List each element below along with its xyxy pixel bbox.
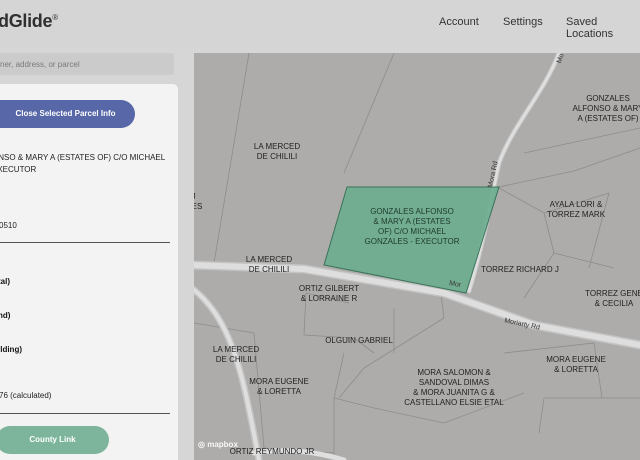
acreage-value: 76 (calculated) bbox=[0, 391, 52, 400]
map-label-torrez-richard: TORREZ RICHARD J bbox=[481, 265, 559, 274]
owner-line-1: ONSO & MARY A (ESTATES OF) C/O MICHAEL bbox=[0, 153, 166, 162]
owner-name: ONSO & MARY A (ESTATES OF) C/O MICHAEL E… bbox=[0, 152, 174, 176]
map-label-selected-parcel[interactable]: GONZALES ALFONSO & MARY A (ESTATES OF) C… bbox=[365, 207, 460, 247]
divider bbox=[0, 413, 170, 414]
county-link-button[interactable]: County Link bbox=[0, 426, 109, 454]
mapbox-attribution[interactable]: ◎ mapbox bbox=[198, 440, 238, 449]
map-label-mora-eugene-right: MORA EUGENE & LORETTA bbox=[546, 355, 606, 374]
logo-text: dGlide bbox=[0, 11, 53, 31]
nav-settings[interactable]: Settings bbox=[503, 16, 543, 28]
map-label-mora-eugene-left: MORA EUGENE & LORETTA bbox=[249, 377, 309, 396]
close-parcel-info-button[interactable]: Close Selected Parcel Info bbox=[0, 100, 135, 128]
map-label-la-merced-bottom: LA MERCED DE CHILILI bbox=[212, 345, 260, 364]
total-value-label: tal) bbox=[0, 277, 10, 286]
owner-line-2: EXECUTOR bbox=[0, 165, 37, 174]
map-label-ortiz: ORTIZ GILBERT & LORRAINE R bbox=[298, 284, 360, 303]
parcel-id-value: 0510 bbox=[0, 221, 17, 230]
map-label-ortiz-bottom: ORTIZ REYMUNDO JR bbox=[229, 447, 315, 456]
map-label-left-edge: J ES bbox=[194, 192, 203, 211]
map-label-la-merced-mid: LA MERCED DE CHILILI bbox=[245, 255, 293, 274]
logo-registered-mark: ® bbox=[52, 13, 58, 22]
app-header: dGlide® Account Settings Saved Locations bbox=[0, 0, 640, 46]
parcel-map[interactable]: LA MERCED DE CHILILI GONZALES ALFONSO & … bbox=[194, 53, 640, 460]
map-label-ayala: AYALA LORI & TORREZ MARK bbox=[546, 200, 606, 219]
parcel-info-panel: Close Selected Parcel Info ONSO & MARY A… bbox=[0, 84, 178, 460]
land-value-label: nd) bbox=[0, 311, 11, 320]
mapbox-text: mapbox bbox=[207, 440, 238, 449]
search-input[interactable] bbox=[0, 53, 174, 75]
map-label-olguin: OLGUIN GABRIEL bbox=[325, 336, 393, 345]
map-label-gonzales-right: GONZALES ALFONSO & MARY A (ESTATES OF) bbox=[572, 94, 640, 123]
mapbox-logo-icon: ◎ bbox=[198, 440, 205, 449]
app-logo[interactable]: dGlide® bbox=[0, 11, 58, 32]
divider bbox=[0, 242, 170, 243]
map-label-torrez-gene: TORREZ GENE & CECILIA bbox=[585, 289, 640, 308]
nav-account[interactable]: Account bbox=[439, 16, 479, 28]
building-value-label: ilding) bbox=[0, 345, 22, 354]
map-label-la-merced-top: LA MERCED DE CHILILI bbox=[253, 142, 301, 161]
map-label-mora-salomon: MORA SALOMON & SANDOVAL DIMAS & MORA JUA… bbox=[404, 368, 504, 407]
nav-saved-locations[interactable]: Saved Locations bbox=[566, 16, 640, 40]
